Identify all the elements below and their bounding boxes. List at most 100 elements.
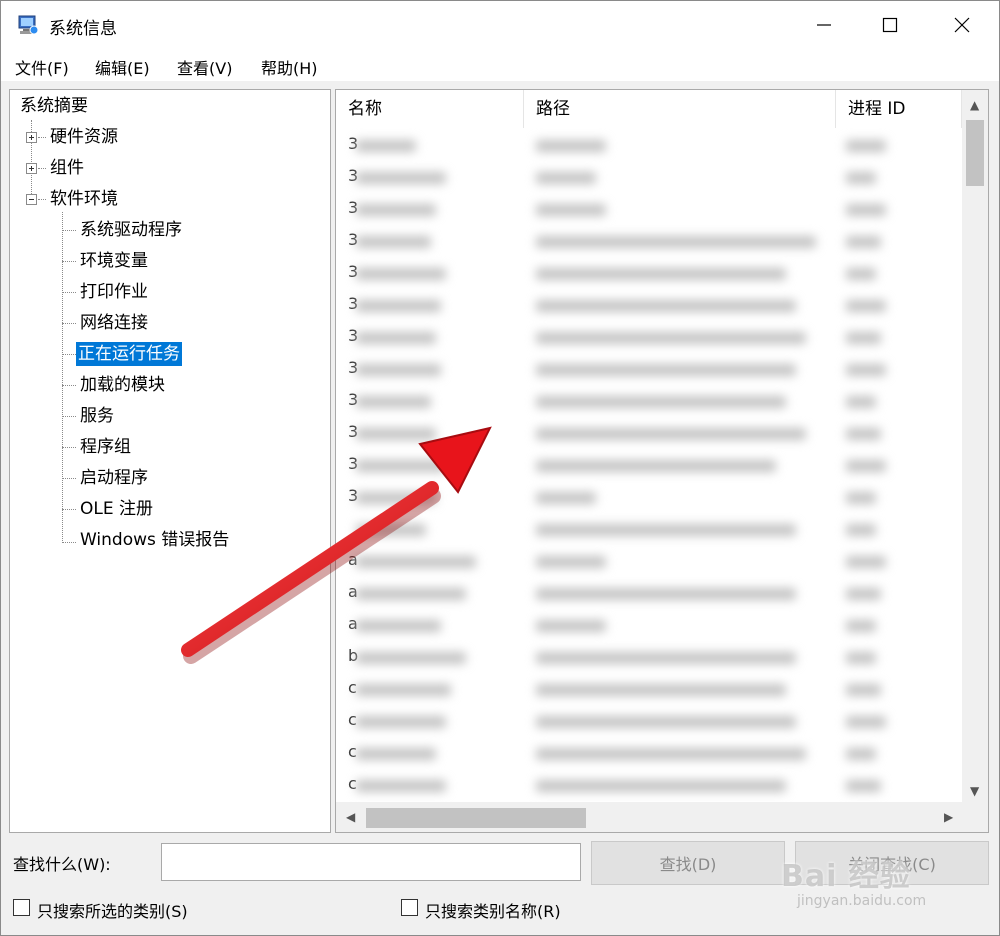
blurred-cell: [536, 460, 776, 472]
blurred-cell: [356, 140, 416, 152]
blurred-cell: [846, 396, 876, 408]
scroll-up-icon[interactable]: ▲: [970, 98, 979, 112]
system-information-icon: [18, 15, 39, 35]
collapse-icon[interactable]: [26, 194, 37, 205]
blurred-task-rows: [336, 130, 962, 806]
table-row[interactable]: [336, 386, 962, 418]
blurred-cell: [356, 236, 431, 248]
blurred-cell: [536, 172, 596, 184]
tree-item-components[interactable]: 组件: [48, 156, 86, 180]
blurred-cell: [536, 332, 806, 344]
blurred-cell: [536, 748, 806, 760]
column-header-name[interactable]: 名称: [336, 90, 524, 128]
blurred-cell: [536, 492, 596, 504]
blurred-cell: [356, 396, 431, 408]
running-tasks-list[interactable]: 名称 路径 进程 ID 333333333333aaabcccc ▲ ▼ ◀ ▶: [335, 89, 989, 833]
table-row[interactable]: [336, 674, 962, 706]
tree-item-startup-programs[interactable]: 启动程序: [78, 466, 150, 490]
tree-item-network-connections[interactable]: 网络连接: [78, 311, 150, 335]
blurred-cell: [356, 172, 446, 184]
menu-bar: 文件(F) 编辑(E) 查看(V) 帮助(H): [1, 49, 999, 81]
blurred-cell: [356, 620, 441, 632]
table-row[interactable]: [336, 290, 962, 322]
column-header-process-id[interactable]: 进程 ID: [836, 90, 962, 128]
blurred-cell: [536, 396, 786, 408]
tree-connector: [62, 416, 76, 417]
tree-connector: [38, 199, 46, 200]
search-category-names-checkbox[interactable]: [401, 899, 418, 916]
table-row[interactable]: [336, 514, 962, 546]
blurred-cell: [846, 172, 876, 184]
scroll-down-icon[interactable]: ▼: [970, 784, 979, 798]
vertical-scroll-thumb[interactable]: [966, 120, 984, 186]
blurred-cell: [846, 588, 881, 600]
table-row[interactable]: [336, 194, 962, 226]
blurred-cell: [356, 716, 446, 728]
table-row[interactable]: [336, 130, 962, 162]
menu-edit[interactable]: 编辑(E): [95, 55, 150, 79]
table-row[interactable]: [336, 354, 962, 386]
blurred-cell: [846, 556, 886, 568]
tree-item-print-jobs[interactable]: 打印作业: [78, 280, 150, 304]
blurred-cell: [846, 780, 881, 792]
tree-connector: [62, 478, 76, 479]
tree-item-system-summary[interactable]: 系统摘要: [18, 94, 90, 118]
menu-help[interactable]: 帮助(H): [261, 55, 318, 79]
tree-item-loaded-modules[interactable]: 加载的模块: [78, 373, 167, 397]
table-row[interactable]: [336, 738, 962, 770]
table-row[interactable]: [336, 642, 962, 674]
tree-item-software-environment[interactable]: 软件环境: [48, 187, 120, 211]
tree-connector: [62, 385, 76, 386]
blurred-cell: [536, 684, 786, 696]
table-row[interactable]: [336, 706, 962, 738]
blurred-cell: [846, 364, 886, 376]
watermark-brand: Bai 经验: [781, 859, 911, 894]
table-row[interactable]: [336, 546, 962, 578]
horizontal-scroll-thumb[interactable]: [366, 808, 586, 828]
blurred-cell: [846, 300, 886, 312]
table-row[interactable]: [336, 450, 962, 482]
table-row[interactable]: [336, 418, 962, 450]
maximize-button[interactable]: [855, 1, 925, 49]
category-tree[interactable]: 系统摘要 硬件资源 组件 软件环境 系统驱动程序 环境变量 打印作业 网络连接 …: [9, 89, 331, 833]
close-button[interactable]: [927, 1, 997, 49]
table-row[interactable]: [336, 610, 962, 642]
blurred-cell: [356, 780, 446, 792]
tree-item-hardware-resources[interactable]: 硬件资源: [48, 125, 120, 149]
blurred-cell: [536, 652, 796, 664]
tree-item-ole-registration[interactable]: OLE 注册: [78, 497, 155, 521]
tree-item-services[interactable]: 服务: [78, 404, 116, 428]
vertical-scrollbar[interactable]: [962, 90, 988, 802]
table-row[interactable]: [336, 258, 962, 290]
maximize-icon: [882, 17, 898, 33]
tree-item-program-groups[interactable]: 程序组: [78, 435, 133, 459]
tree-item-windows-error-reporting[interactable]: Windows 错误报告: [78, 528, 231, 552]
find-what-input[interactable]: [161, 843, 581, 881]
table-row[interactable]: [336, 578, 962, 610]
expand-icon[interactable]: [26, 163, 37, 174]
table-row[interactable]: [336, 162, 962, 194]
search-category-names-label: 只搜索类别名称(R): [425, 902, 561, 921]
blurred-cell: [536, 204, 606, 216]
minimize-button[interactable]: [789, 1, 859, 49]
tree-connector: [62, 261, 76, 262]
expand-icon[interactable]: [26, 132, 37, 143]
column-header-path[interactable]: 路径: [524, 90, 836, 128]
find-button[interactable]: 查找(D): [591, 841, 785, 885]
menu-file[interactable]: 文件(F): [15, 55, 69, 79]
tree-connector: [38, 168, 46, 169]
table-row[interactable]: [336, 226, 962, 258]
search-selected-category-checkbox[interactable]: [13, 899, 30, 916]
tree-item-running-tasks[interactable]: 正在运行任务: [76, 342, 182, 366]
table-row[interactable]: [336, 322, 962, 354]
tree-item-system-drivers[interactable]: 系统驱动程序: [78, 218, 184, 242]
blurred-cell: [356, 428, 436, 440]
blurred-cell: [356, 300, 441, 312]
tree-item-environment-variables[interactable]: 环境变量: [78, 249, 150, 273]
scroll-left-icon[interactable]: ◀: [346, 810, 355, 824]
table-row[interactable]: [336, 482, 962, 514]
menu-view[interactable]: 查看(V): [177, 55, 232, 79]
table-row[interactable]: [336, 770, 962, 802]
title-bar[interactable]: 系统信息: [1, 1, 999, 49]
blurred-cell: [536, 780, 786, 792]
